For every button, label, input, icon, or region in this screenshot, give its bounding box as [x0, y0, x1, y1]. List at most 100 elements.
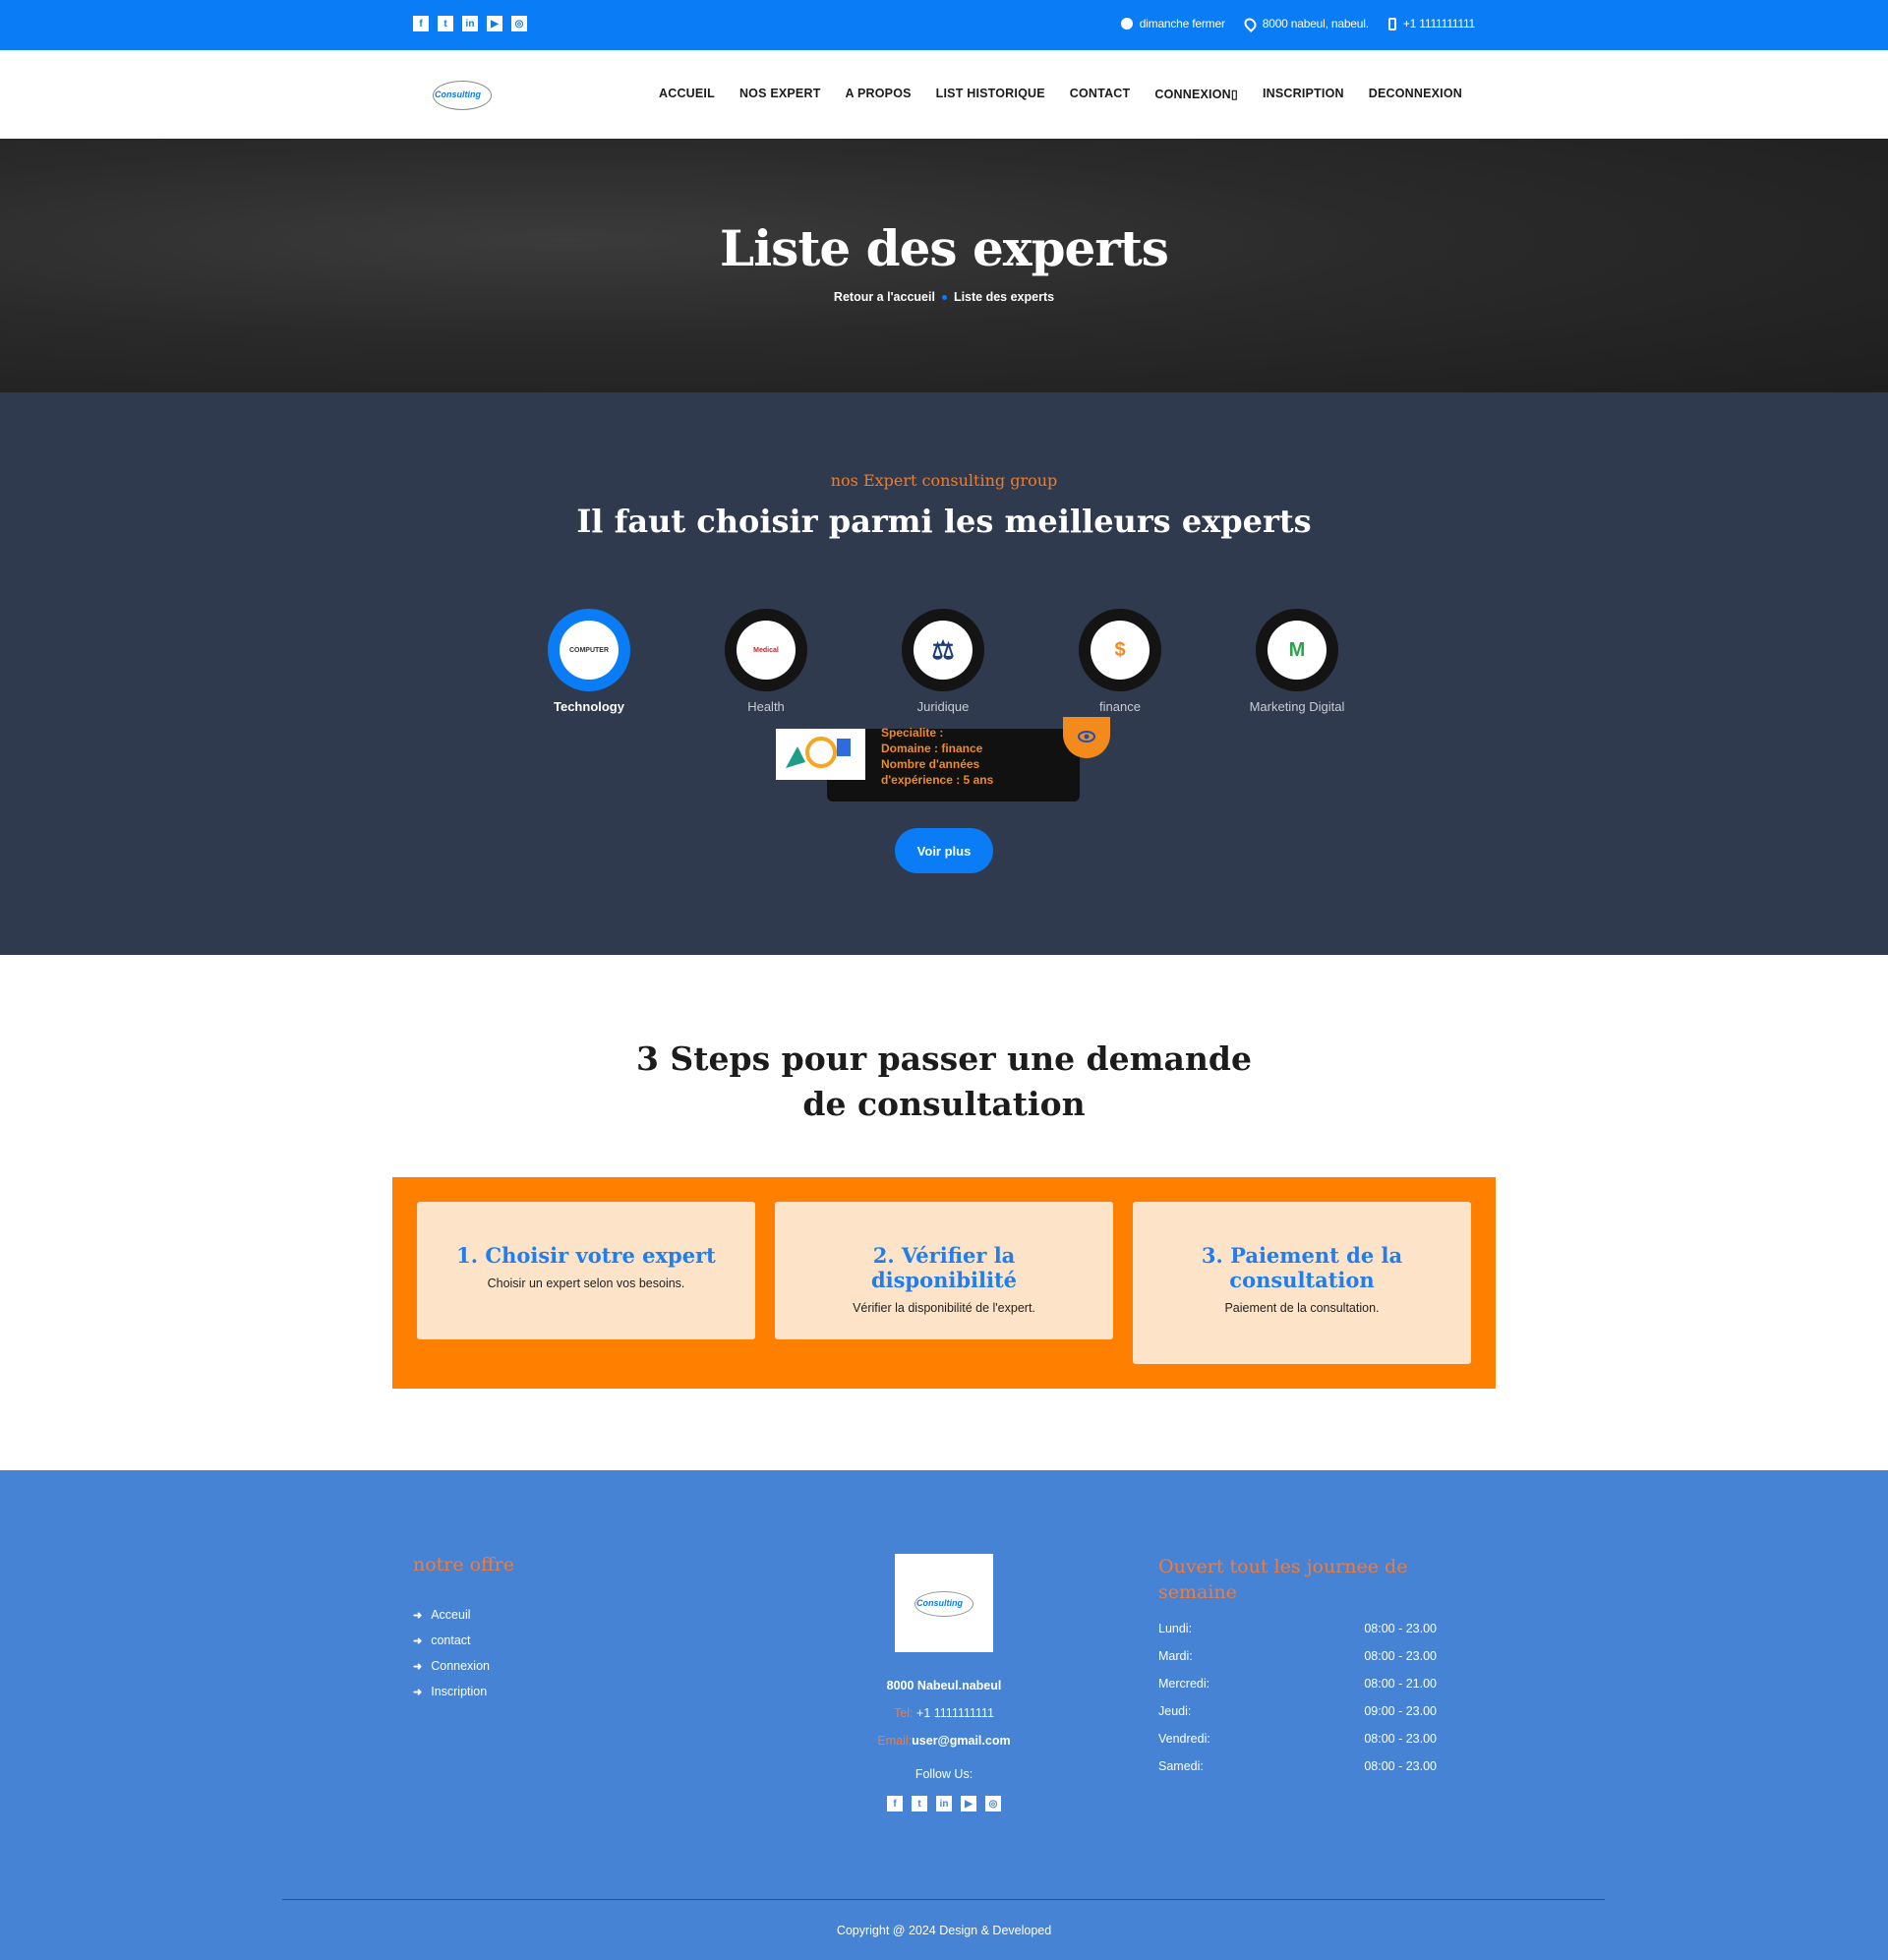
step-title: 2. Vérifier la disponibilité — [870, 1243, 1018, 1292]
nav-list-historique[interactable]: LIST HISTORIQUE — [936, 87, 1045, 101]
phone-icon — [1387, 17, 1396, 30]
footer-social-links: f t in ▶ ◎ — [846, 1796, 1042, 1812]
step-title: 3. Paiement de la consultation — [1201, 1243, 1403, 1292]
nav-inscription[interactable]: INSCRIPTION — [1263, 87, 1344, 101]
step-title: 1. Choisir votre expert — [456, 1243, 716, 1268]
email-value[interactable]: user@gmail.com — [912, 1734, 1010, 1748]
footer-hours-title: Ouvert tout les journee de semaine — [1158, 1556, 1408, 1603]
logo-text: Consulting — [435, 89, 481, 99]
hours-time: 09:00 - 23.00 — [1364, 1704, 1437, 1718]
hours-row: Vendredi: 08:00 - 23.00 — [1158, 1732, 1458, 1746]
nav-accueil[interactable]: ACCUEIL — [659, 87, 715, 101]
linkedin-icon[interactable]: in — [936, 1796, 952, 1812]
hours-row: Lundi: 08:00 - 23.00 — [1158, 1622, 1458, 1635]
footer-link-acceuil[interactable]: ➜ Acceuil — [413, 1608, 514, 1622]
category-label: Technology — [554, 699, 624, 714]
linkedin-icon[interactable]: in — [462, 16, 478, 31]
category-health[interactable]: Medical Health — [702, 609, 830, 714]
footer-offer: notre offre ➜ Acceuil ➜ contact ➜ Connexion… — [413, 1554, 514, 1710]
hours-time: 08:00 - 23.00 — [1364, 1622, 1437, 1635]
voir-plus-button[interactable]: Voir plus — [895, 828, 993, 873]
footer-links: ➜ Acceuil ➜ contact ➜ Connexion ➜ Inscriptio… — [413, 1608, 514, 1698]
expert-card[interactable]: Specialite : Domaine : finance Nombre d'… — [776, 717, 1110, 802]
main-navbar: Consulting ACCUEIL NOS EXPERT A PROPOS L… — [0, 50, 1888, 139]
category-label: Juridique — [916, 699, 970, 714]
nav-connexion[interactable]: CONNEXION▯ — [1154, 87, 1238, 101]
category-juridique[interactable]: ⚖ Juridique — [879, 609, 1007, 714]
category-ring: COMPUTER — [548, 609, 630, 691]
location-icon — [1241, 15, 1259, 32]
nav-nos-expert[interactable]: NOS EXPERT — [739, 87, 821, 101]
steps-title-text: 3 Steps pour passer une demande de consu… — [635, 1039, 1252, 1123]
arrow-right-icon: ➜ — [413, 1609, 423, 1622]
hours-time: 08:00 - 23.00 — [1364, 1732, 1437, 1746]
instagram-icon[interactable]: ◎ — [985, 1796, 1001, 1812]
expert-speciality: Specialite : — [881, 726, 944, 740]
hours-time: 08:00 - 21.00 — [1364, 1677, 1437, 1691]
footer-link-contact[interactable]: ➜ contact — [413, 1633, 514, 1647]
twitter-icon[interactable]: t — [912, 1796, 927, 1812]
facebook-icon[interactable]: f — [413, 16, 429, 31]
step-text: Vérifier la disponibilité de l'expert. — [853, 1301, 1035, 1315]
hours-time: 08:00 - 23.00 — [1364, 1759, 1437, 1773]
view-badge[interactable] — [1063, 717, 1110, 758]
nav-a-propos[interactable]: A PROPOS — [846, 87, 912, 101]
arrow-right-icon: ➜ — [413, 1686, 423, 1698]
expert-details: Specialite : Domaine : finance Nombre d'… — [881, 726, 994, 788]
hours-day: Mardi: — [1158, 1649, 1193, 1663]
step-card: 3. Paiement de la consultation Paiement … — [1133, 1202, 1471, 1364]
phone: +1 1111111111 — [1387, 17, 1475, 30]
copyright: Copyright @ 2024 Design & Developed — [836, 1924, 1052, 1937]
footer: notre offre ➜ Acceuil ➜ contact ➜ Connexion… — [0, 1470, 1888, 1960]
tel-value: +1 1111111111 — [916, 1706, 994, 1720]
top-contact-info: dimanche fermer 8000 nabeul, nabeul. +1 … — [1120, 15, 1475, 32]
nav-contact[interactable]: CONTACT — [1070, 87, 1131, 101]
footer-contact: Consulting 8000 Nabeul.nabeul Tel: +1 11… — [846, 1554, 1042, 1812]
hours-day: Mercredi: — [1158, 1677, 1210, 1691]
youtube-icon[interactable]: ▶ — [487, 16, 502, 31]
instagram-icon[interactable]: ◎ — [511, 16, 527, 31]
twitter-icon[interactable]: t — [438, 16, 453, 31]
category-ring: M — [1256, 609, 1338, 691]
youtube-icon[interactable]: ▶ — [961, 1796, 976, 1812]
hours-day: Samedi: — [1158, 1759, 1204, 1773]
scales-icon: ⚖ — [914, 621, 973, 680]
category-marketing-digital[interactable]: M Marketing Digital — [1233, 609, 1361, 714]
tel-label: Tel: — [894, 1706, 914, 1720]
address: 8000 nabeul, nabeul. — [1241, 15, 1369, 32]
footer-email: Email:user@gmail.com — [846, 1734, 1042, 1748]
category-ring: ⚖ — [902, 609, 984, 691]
footer-link-label: Acceuil — [431, 1608, 471, 1622]
category-label: Health — [747, 699, 785, 714]
marketing-icon: M — [1268, 621, 1327, 680]
category-technology[interactable]: COMPUTER Technology — [525, 609, 653, 714]
hours-day: Jeudi: — [1158, 1704, 1192, 1718]
step-text: Choisir un expert selon vos besoins. — [487, 1277, 685, 1290]
facebook-icon[interactable]: f — [887, 1796, 903, 1812]
top-bar: f t in ▶ ◎ dimanche fermer 8000 nabeul, … — [0, 0, 1888, 50]
steps-title: 3 Steps pour passer une demande de consu… — [0, 1037, 1888, 1127]
hours-day: Vendredi: — [1158, 1732, 1210, 1746]
page-title: Liste des experts — [720, 219, 1169, 277]
footer-logo[interactable]: Consulting — [895, 1554, 993, 1652]
category-ring: $ — [1079, 609, 1161, 691]
category-finance[interactable]: $ finance — [1056, 609, 1184, 714]
footer-link-label: Inscription — [431, 1685, 488, 1698]
breadcrumb-current: Liste des experts — [953, 290, 1055, 304]
footer-link-inscription[interactable]: ➜ Inscription — [413, 1685, 514, 1698]
footer-follow: Follow Us: — [914, 1767, 974, 1781]
experts-title: Il faut choisir parmi les meilleurs expe… — [576, 503, 1312, 540]
clock-icon — [1120, 18, 1133, 30]
top-social-links: f t in ▶ ◎ — [413, 16, 527, 31]
steps-panel: 1. Choisir votre expert Choisir un exper… — [392, 1177, 1496, 1389]
expert-experience: d'expérience : 5 ans — [881, 773, 994, 787]
footer-link-connexion[interactable]: ➜ Connexion — [413, 1659, 514, 1673]
footer-link-label: contact — [431, 1633, 471, 1647]
nav-menu: ACCUEIL NOS EXPERT A PROPOS LIST HISTORI… — [659, 87, 1462, 101]
breadcrumb-separator — [941, 295, 947, 301]
money-icon: $ — [1091, 621, 1150, 680]
nav-deconnexion[interactable]: DECONNEXION — [1369, 87, 1462, 101]
breadcrumb-home[interactable]: Retour a l'accueil — [834, 290, 935, 304]
category-label: finance — [1099, 699, 1141, 714]
logo[interactable]: Consulting — [429, 76, 496, 115]
